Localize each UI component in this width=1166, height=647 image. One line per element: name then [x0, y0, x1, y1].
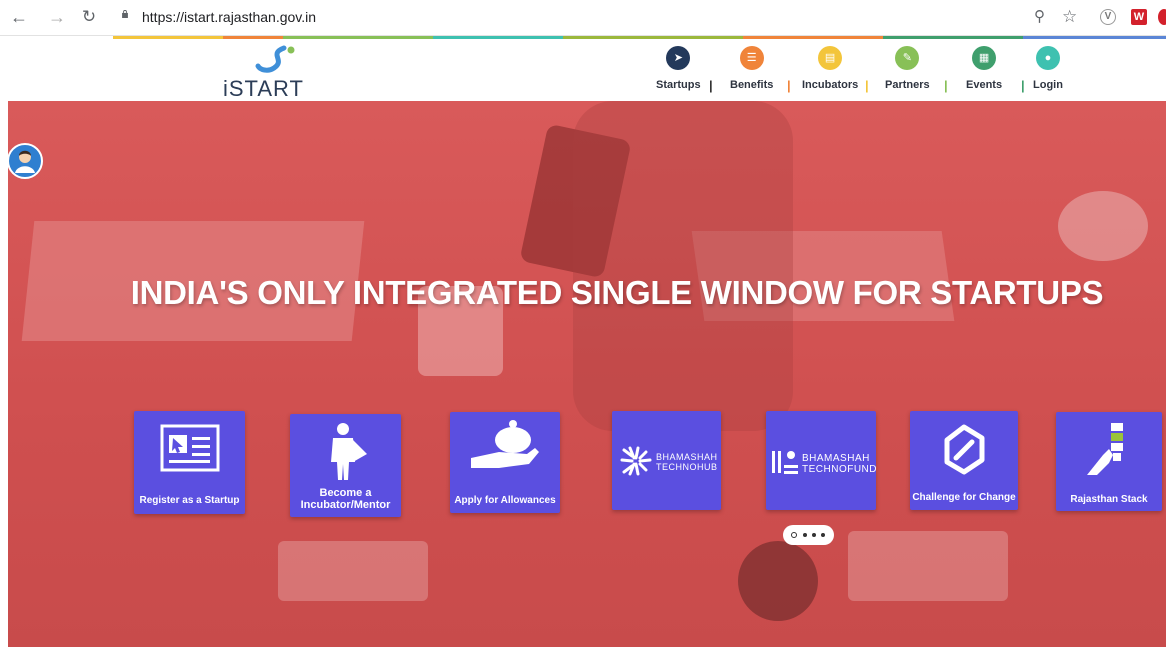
register-startup-tile[interactable]: Register as a Startup [134, 411, 245, 514]
list-icon: ☰ [739, 46, 764, 70]
technofund-logo-icon [772, 451, 798, 474]
tile-label: Register as a Startup [139, 495, 240, 506]
carousel-dot[interactable] [821, 533, 825, 537]
tile-label: Rajasthan Stack [1070, 494, 1148, 505]
become-incubator-tile[interactable]: Become a Incubator/Mentor [290, 414, 401, 517]
bhamashah-technohub-tile[interactable]: BHAMASHAH TECHNOHUB [612, 411, 721, 510]
header-color-strip [113, 36, 1166, 39]
watch-image [738, 541, 818, 621]
tile-label-line2: Incubator/Mentor [300, 499, 391, 511]
nav-separator: | [944, 78, 948, 93]
nav-benefits[interactable]: ☰ Benefits [730, 46, 773, 91]
carousel-dot[interactable] [803, 533, 807, 537]
power-strip-image [278, 541, 428, 601]
bookmark-star-icon[interactable]: ☆ [1062, 8, 1077, 25]
hand-piggybank-icon [471, 420, 539, 468]
nav-separator: | [865, 78, 869, 93]
w-extension-icon[interactable]: W [1131, 9, 1147, 25]
tile-label: Apply for Allowances [454, 495, 556, 506]
apply-allowances-tile[interactable]: Apply for Allowances [450, 412, 560, 513]
nav-separator: | [1021, 78, 1025, 93]
user-icon: ● [1035, 46, 1060, 70]
address-bar[interactable]: https://istart.rajasthan.gov.in [108, 5, 1108, 31]
person-icon [15, 150, 35, 173]
back-arrow-icon[interactable]: ← [9, 7, 29, 27]
document-icon: ▤ [818, 46, 843, 70]
carousel-dot-active[interactable] [791, 532, 797, 538]
technohub-brand-line1: BHAMASHAH [656, 452, 718, 462]
reload-icon[interactable]: ↻ [79, 7, 99, 27]
rajasthan-stack-tile[interactable]: Rajasthan Stack [1056, 412, 1162, 511]
technofund-brand-line1: BHAMASHAH [802, 453, 870, 464]
calendar-icon: ▦ [972, 46, 997, 70]
nav-events[interactable]: ▦ Events [966, 46, 1002, 91]
avatar-chat-button[interactable] [7, 143, 43, 179]
carousel-dot[interactable] [812, 533, 816, 537]
challenge-for-change-tile[interactable]: Challenge for Change [910, 411, 1018, 510]
tile-label-line1: Become a [319, 487, 372, 499]
forward-arrow-icon[interactable]: → [47, 7, 67, 27]
nav-separator: | [709, 78, 713, 93]
stack-hand-icon [1087, 423, 1123, 475]
power-strip-image [848, 531, 1008, 601]
logo-swoosh-icon [255, 45, 295, 73]
tile-label: Challenge for Change [912, 492, 1016, 503]
carousel-indicator[interactable] [783, 525, 834, 545]
mentor-icon [330, 423, 367, 480]
form-icon [160, 424, 219, 472]
hands-image [573, 101, 793, 431]
hero-banner: INDIA'S ONLY INTEGRATED SINGLE WINDOW FO… [8, 101, 1166, 647]
cup-image [1058, 191, 1148, 261]
vpn-extension-icon[interactable]: V [1100, 9, 1116, 25]
technofund-brand-line2: TECHNOFUND [802, 464, 877, 475]
url-text: https://istart.rajasthan.gov.in [142, 9, 317, 25]
nav-login[interactable]: ● Login [1033, 46, 1063, 91]
browser-toolbar: ← → ↻ https://istart.rajasthan.gov.in ⚲ … [0, 0, 1166, 36]
logo-text: iSTART [223, 76, 304, 101]
bhamashah-technofund-tile[interactable]: BHAMASHAH TECHNOFUND [766, 411, 877, 510]
technohub-logo-icon [620, 446, 652, 476]
nav-startups[interactable]: ➤ Startups [656, 46, 701, 91]
challenge-logo-icon [944, 424, 985, 475]
zoom-icon[interactable]: ⚲ [1034, 9, 1045, 25]
hero-title: INDIA'S ONLY INTEGRATED SINGLE WINDOW FO… [130, 274, 1104, 311]
nav-separator: | [787, 78, 791, 93]
nav-incubators[interactable]: ▤ Incubators [802, 46, 858, 91]
technohub-brand-line2: TECHNOHUB [656, 462, 718, 472]
extension-icon[interactable] [1158, 9, 1166, 25]
nav-partners[interactable]: ✎ Partners [885, 46, 930, 91]
lock-icon [122, 10, 128, 18]
edit-icon: ✎ [895, 46, 920, 70]
rocket-icon: ➤ [666, 46, 691, 70]
